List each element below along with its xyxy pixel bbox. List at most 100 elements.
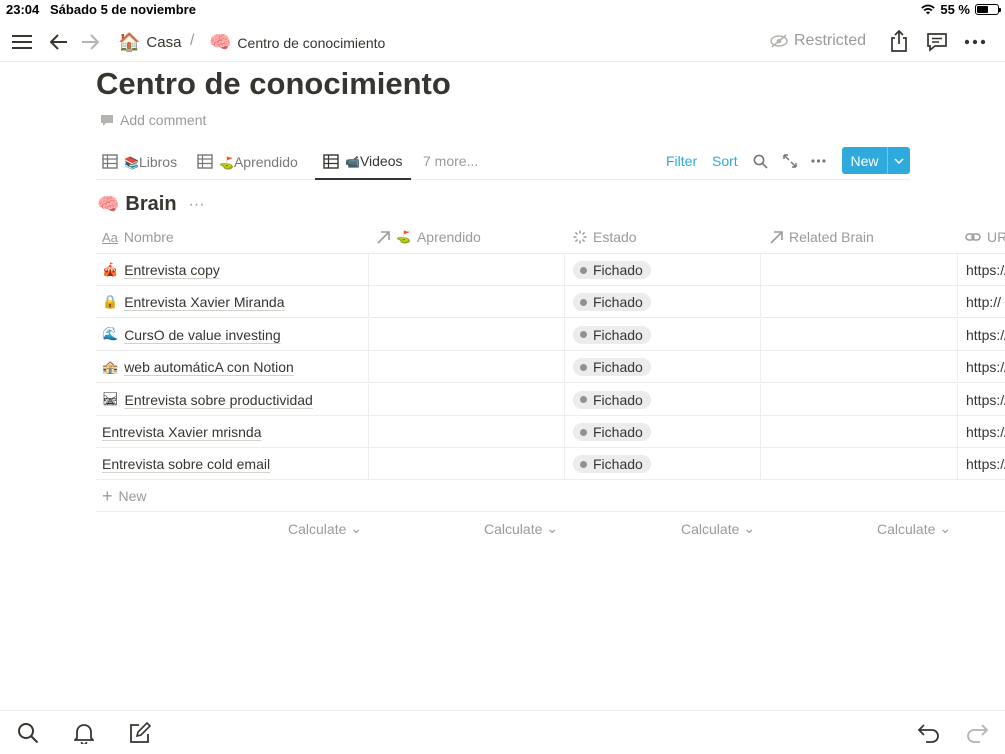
status-badge[interactable]: Fichado [573,293,651,312]
row-title[interactable]: Entrevista Xavier Miranda [124,294,284,310]
new-dropdown-chevron-icon[interactable] [888,147,910,174]
calculate-related-brain[interactable]: Calculate ⌄ [681,520,755,537]
cell-nombre[interactable]: Entrevista sobre cold email [102,448,368,480]
cell-related-brain[interactable] [761,384,957,416]
new-button-label[interactable]: New [842,147,888,174]
column-header-aprendido[interactable]: ⛳ Aprendido [377,229,481,245]
cell-aprendido[interactable] [369,448,564,480]
add-row-button[interactable]: + New [96,480,1005,512]
cell-nombre[interactable]: 🛤 Entrevista sobre productividad [102,384,368,416]
row-title[interactable]: CursO de value investing [124,327,280,343]
cell-aprendido[interactable] [369,254,564,286]
column-header-nombre[interactable]: Aa Nombre [102,229,174,245]
cell-estado[interactable]: Fichado [573,384,761,416]
cell-estado[interactable]: Fichado [573,351,761,383]
table-row[interactable]: 🏤 web automáticA con Notion Fichado https:/… [96,351,1005,384]
restricted-indicator[interactable]: Restricted [770,32,866,50]
table-row[interactable]: 🌊 CursO de value investing Fichado https:// [96,318,1005,351]
cell-aprendido[interactable] [369,384,564,416]
row-title[interactable]: web automáticA con Notion [124,359,294,375]
status-badge[interactable]: Fichado [573,325,651,344]
table-row[interactable]: Entrevista Xavier mrisnda Fichado https:// [96,416,1005,448]
url-value[interactable]: https:// [966,392,1005,408]
status-badge[interactable]: Fichado [573,261,651,279]
cell-url[interactable]: https:// [966,416,1005,448]
tab-aprendido[interactable]: ⛳Aprendido [197,144,298,179]
row-title[interactable]: Entrevista copy [124,262,220,278]
cell-related-brain[interactable] [761,286,957,318]
cell-aprendido[interactable] [369,319,564,351]
row-title[interactable]: Entrevista sobre productividad [125,392,313,408]
cell-estado[interactable]: Fichado [573,448,761,480]
calculate-estado[interactable]: Calculate ⌄ [484,520,558,537]
cell-nombre[interactable]: 🌊 CursO de value investing [102,319,368,351]
view-options-icon[interactable] [810,155,826,167]
column-header-related-brain[interactable]: Related Brain [770,229,874,245]
url-value[interactable]: https:// [966,456,1005,472]
breadcrumb-page[interactable]: 🧠 Centro de conocimiento [209,32,385,53]
cell-related-brain[interactable] [761,448,957,480]
url-value[interactable]: https:// [966,327,1005,343]
cell-nombre[interactable]: Entrevista Xavier mrisnda [102,416,368,448]
tab-videos[interactable]: 📹Videos [315,144,411,180]
back-arrow-icon[interactable] [47,30,71,54]
search-icon[interactable] [16,721,40,745]
table-row[interactable]: Entrevista sobre cold email Fichado https:… [96,448,1005,481]
database-options-icon[interactable]: ··· [189,196,205,214]
undo-icon[interactable] [917,721,941,745]
table-row[interactable]: 🔒 Entrevista Xavier Miranda Fichado http:// [96,286,1005,319]
cell-aprendido[interactable] [369,351,564,383]
status-badge[interactable]: Fichado [573,455,651,474]
cell-url[interactable]: https:// [966,254,1005,286]
cell-nombre[interactable]: 🏤 web automáticA con Notion [102,351,368,383]
calculate-aprendido[interactable]: Calculate ⌄ [288,520,362,537]
filter-button[interactable]: Filter [666,153,697,169]
cell-url[interactable]: https:// [966,351,1005,383]
cell-related-brain[interactable] [761,254,957,286]
more-options-icon[interactable] [962,30,988,54]
column-header-url[interactable]: URL [965,229,1005,245]
table-row[interactable]: 🎪 Entrevista copy Fichado https:// [96,254,1005,286]
column-header-estado[interactable]: Estado [573,229,637,245]
cell-nombre[interactable]: 🔒 Entrevista Xavier Miranda [102,286,368,318]
new-page-edit-icon[interactable] [128,721,152,745]
cell-aprendido[interactable] [369,416,564,448]
comments-icon[interactable] [925,30,949,54]
row-title[interactable]: Entrevista Xavier mrisnda [102,424,262,440]
calculate-url[interactable]: Calculate ⌄ [877,520,951,537]
url-value[interactable]: http:// [966,294,1001,310]
expand-icon[interactable] [782,153,798,169]
breadcrumb-home[interactable]: 🏠 Casa [118,32,181,53]
cell-related-brain[interactable] [761,319,957,351]
tab-libros[interactable]: 📚Libros [102,144,177,179]
status-badge[interactable]: Fichado [573,358,651,377]
add-comment-button[interactable]: Add comment [100,112,206,128]
table-row[interactable]: 🛤 Entrevista sobre productividad Fichado ht… [96,383,1005,416]
cell-related-brain[interactable] [761,416,957,448]
url-value[interactable]: https:// [966,262,1005,278]
cell-related-brain[interactable] [761,351,957,383]
page-title[interactable]: Centro de conocimiento [96,66,451,102]
cell-estado[interactable]: Fichado [573,416,761,448]
url-value[interactable]: https:// [966,424,1005,440]
row-title[interactable]: Entrevista sobre cold email [102,456,270,472]
cell-estado[interactable]: Fichado [573,254,761,286]
cell-aprendido[interactable] [369,286,564,318]
cell-url[interactable]: https:// [966,448,1005,480]
new-button[interactable]: New [842,147,910,174]
search-icon[interactable] [752,153,768,169]
cell-url[interactable]: http:// [966,286,1005,318]
notifications-bell-icon[interactable] [72,721,96,745]
redo-icon[interactable] [965,721,989,745]
cell-estado[interactable]: Fichado [573,319,761,351]
forward-arrow-icon[interactable] [78,30,102,54]
status-badge[interactable]: Fichado [573,390,651,409]
cell-url[interactable]: https:// [966,319,1005,351]
share-icon[interactable] [887,28,911,54]
url-value[interactable]: https:// [966,359,1005,375]
database-title[interactable]: 🧠 Brain ··· [97,193,205,216]
cell-nombre[interactable]: 🎪 Entrevista copy [102,254,368,286]
more-views-button[interactable]: 7 more... [423,153,478,169]
cell-estado[interactable]: Fichado [573,286,761,318]
cell-url[interactable]: https:// [966,384,1005,416]
